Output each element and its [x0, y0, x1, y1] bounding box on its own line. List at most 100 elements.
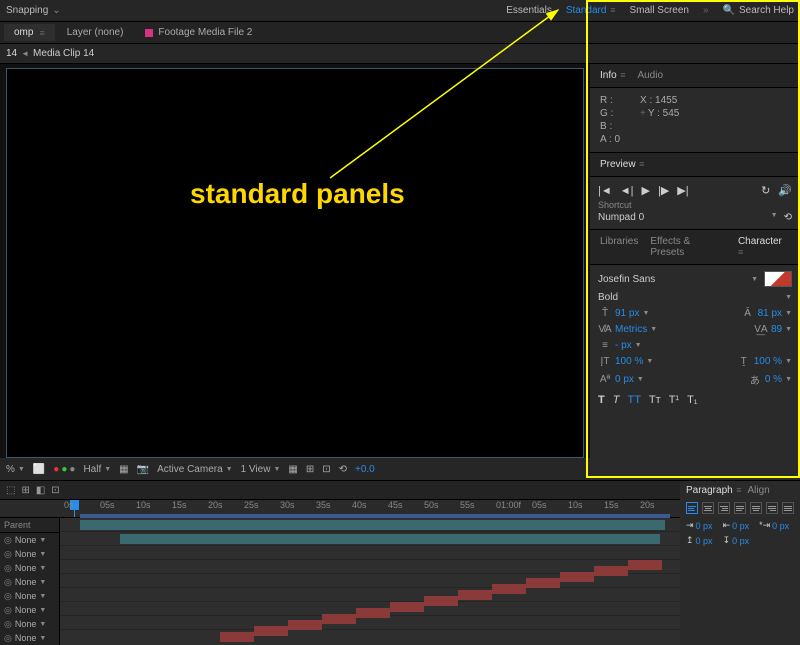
- italic-button[interactable]: T: [613, 394, 620, 406]
- snapping-toggle[interactable]: Snapping: [6, 5, 48, 16]
- layer-row-2[interactable]: ◎None▼: [0, 561, 59, 575]
- tl-icon-3[interactable]: ◧: [36, 485, 45, 496]
- font-weight-dropdown[interactable]: Bold: [598, 292, 779, 303]
- viewer-icon-2[interactable]: ▦: [288, 464, 297, 475]
- tab-paragraph[interactable]: Paragraph ≡: [686, 485, 741, 496]
- clip-bar-0[interactable]: [80, 520, 665, 530]
- tl-icon-4[interactable]: ⊡: [51, 485, 59, 496]
- bold-button[interactable]: T: [598, 394, 605, 406]
- step-clip[interactable]: [594, 566, 628, 576]
- tab-comp[interactable]: omp ≡: [4, 24, 55, 41]
- step-clip[interactable]: [560, 572, 594, 582]
- superscript-button[interactable]: T¹: [669, 394, 679, 406]
- layer-row-3[interactable]: ◎None▼: [0, 575, 59, 589]
- shortcut-dropdown-icon[interactable]: ▼: [771, 212, 778, 223]
- loop-icon[interactable]: ↻: [761, 184, 770, 197]
- align-right-button[interactable]: [718, 502, 730, 514]
- step-clip[interactable]: [322, 614, 356, 624]
- justify-all-button[interactable]: [782, 502, 794, 514]
- align-left-button[interactable]: [686, 502, 698, 514]
- camera-icon[interactable]: 📷: [137, 464, 149, 475]
- step-clip[interactable]: [288, 620, 322, 630]
- shortcut-value[interactable]: Numpad 0: [598, 212, 644, 223]
- tab-libraries[interactable]: Libraries: [596, 234, 642, 260]
- timeline-playhead[interactable]: [74, 500, 75, 517]
- tab-info[interactable]: Info ≡: [596, 68, 629, 83]
- space-after[interactable]: ↧0 px: [723, 535, 750, 546]
- leading-value[interactable]: 81 px: [758, 308, 782, 319]
- step-clip[interactable]: [356, 608, 390, 618]
- tl-icon-2[interactable]: ⊞: [21, 485, 29, 496]
- vscale-value[interactable]: 100 %: [615, 356, 643, 367]
- tsume-value[interactable]: 0 %: [765, 374, 782, 385]
- clip-bar-1[interactable]: [120, 534, 660, 544]
- font-size-value[interactable]: 91 px: [615, 308, 639, 319]
- align-center-button[interactable]: [702, 502, 714, 514]
- viewer-canvas[interactable]: [6, 68, 584, 458]
- view-dropdown[interactable]: 1 View▼: [241, 464, 281, 475]
- first-frame-button[interactable]: |◄: [598, 185, 612, 197]
- step-clip[interactable]: [628, 560, 662, 570]
- viewer-icon-3[interactable]: ⊞: [306, 464, 314, 475]
- resolution-dropdown[interactable]: Half▼: [83, 464, 111, 475]
- tl-icon-1[interactable]: ⬚: [6, 485, 15, 496]
- camera-dropdown[interactable]: Active Camera▼: [157, 464, 233, 475]
- timeline-tracks[interactable]: [60, 518, 680, 645]
- composition-viewer[interactable]: %▼ ⬜ ●●● Half▼ ▦ 📷 Active Camera▼ 1 View…: [0, 64, 590, 480]
- stroke-width-value[interactable]: - px: [615, 340, 632, 351]
- layer-row-7[interactable]: ◎None▼: [0, 631, 59, 645]
- last-frame-button[interactable]: ▶|: [677, 184, 688, 197]
- smallcaps-button[interactable]: Tᴛ: [649, 394, 661, 406]
- tab-audio[interactable]: Audio: [633, 68, 667, 83]
- tab-character[interactable]: Character ≡: [734, 234, 794, 260]
- baseline-value[interactable]: 0 px: [615, 374, 634, 385]
- justify-last-left-button[interactable]: [734, 502, 746, 514]
- indent-first-line[interactable]: *⇥0 px: [759, 520, 789, 531]
- tab-effects-presets[interactable]: Effects & Presets: [646, 234, 730, 260]
- exposure-control[interactable]: +0.0: [355, 464, 375, 475]
- step-clip[interactable]: [458, 590, 492, 600]
- search-help-input[interactable]: Search Help: [739, 5, 794, 16]
- prev-frame-button[interactable]: ◄|: [620, 185, 634, 197]
- subscript-button[interactable]: T₁: [687, 394, 697, 406]
- step-clip[interactable]: [492, 584, 526, 594]
- justify-last-center-button[interactable]: [750, 502, 762, 514]
- workspace-standard[interactable]: Standard ≡: [566, 5, 616, 16]
- play-button[interactable]: ▶: [642, 184, 650, 197]
- workspace-small-screen[interactable]: Small Screen: [629, 5, 688, 16]
- step-clip[interactable]: [220, 632, 254, 642]
- step-clip[interactable]: [254, 626, 288, 636]
- layer-row-4[interactable]: ◎None▼: [0, 589, 59, 603]
- hscale-value[interactable]: 100 %: [754, 356, 782, 367]
- viewer-icon-5[interactable]: ⟲: [339, 464, 347, 475]
- layer-row-5[interactable]: ◎None▼: [0, 603, 59, 617]
- tab-footage[interactable]: Footage Media File 2: [135, 24, 262, 41]
- snapping-chevron-icon[interactable]: ⌄: [52, 5, 62, 16]
- viewer-icon-4[interactable]: ⊡: [322, 464, 330, 475]
- step-clip[interactable]: [526, 578, 560, 588]
- mute-icon[interactable]: 🔊: [778, 184, 792, 197]
- space-before[interactable]: ↥0 px: [686, 535, 713, 546]
- tab-align[interactable]: Align: [747, 485, 769, 496]
- channel-icon[interactable]: ⬜: [33, 464, 45, 475]
- reset-icon[interactable]: ⟲: [784, 212, 792, 223]
- font-family-dropdown[interactable]: Josefin Sans: [598, 274, 745, 285]
- fill-stroke-swatch[interactable]: [764, 271, 792, 287]
- step-clip[interactable]: [390, 602, 424, 612]
- indent-right[interactable]: ⇤0 px: [723, 520, 750, 531]
- channel-buttons[interactable]: ●●●: [53, 464, 75, 475]
- layer-row-1[interactable]: ◎None▼: [0, 547, 59, 561]
- justify-last-right-button[interactable]: [766, 502, 778, 514]
- layer-row-6[interactable]: ◎None▼: [0, 617, 59, 631]
- next-frame-button[interactable]: |▶: [658, 184, 669, 197]
- kerning-value[interactable]: Metrics: [615, 324, 647, 335]
- tracking-value[interactable]: 89: [771, 324, 782, 335]
- viewer-icon-1[interactable]: ▦: [119, 464, 128, 475]
- chevron-left-icon[interactable]: ◄: [21, 49, 29, 58]
- indent-left[interactable]: ⇥0 px: [686, 520, 713, 531]
- allcaps-button[interactable]: TT: [627, 394, 640, 406]
- tab-layer[interactable]: Layer (none): [57, 24, 134, 41]
- tab-preview[interactable]: Preview ≡: [596, 157, 648, 172]
- layer-row-0[interactable]: ◎None▼: [0, 533, 59, 547]
- step-clip[interactable]: [424, 596, 458, 606]
